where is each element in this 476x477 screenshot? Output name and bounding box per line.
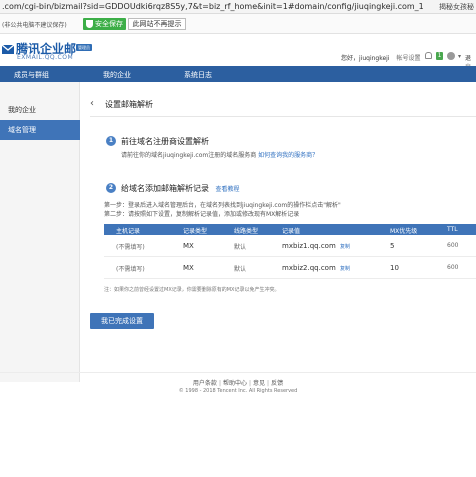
- nav-system-log[interactable]: 系统日志: [184, 70, 212, 80]
- main-content: ‹ 设置邮箱解析 1 前往域名注册商设置解析 请前往你的域名jiuqingkej…: [80, 82, 476, 382]
- column-header-host: 主机记录: [116, 228, 141, 235]
- sidebar: 我的企业 域名管理: [0, 82, 80, 382]
- main-nav: 成员与群组 我的企业 系统日志: [0, 66, 476, 82]
- footer-separator: |: [218, 380, 221, 387]
- chevron-down-icon[interactable]: ▾: [458, 53, 461, 60]
- safe-save-label: 安全保存: [95, 20, 123, 28]
- cell-ttl: 600: [447, 264, 459, 271]
- message-count-badge[interactable]: 1: [436, 52, 443, 60]
- cell-type: MX: [183, 242, 194, 250]
- step-1-title: 前往域名注册商设置解析: [121, 137, 209, 146]
- cell-line: 默认: [234, 244, 247, 251]
- step-1-description: 请前往你的域名jiuqingkeji.com注册的域名服务商 如何查询我的服务商…: [121, 150, 318, 159]
- table-row: (不需填写) MX 默认 mxbiz1.qq.com 复制 5 600: [104, 235, 476, 257]
- column-header-priority: MX优先级: [390, 228, 418, 235]
- column-header-type: 记录类型: [183, 228, 208, 235]
- url-bar-right-text: 揭秘女孩秘: [439, 3, 474, 11]
- admin-badge: 管理员: [76, 44, 92, 51]
- exmail-logo-icon: [1, 44, 15, 54]
- back-arrow-icon[interactable]: ‹: [90, 98, 94, 109]
- footer-link-help[interactable]: 帮助中心: [223, 380, 247, 387]
- column-header-line: 线路类型: [234, 228, 259, 235]
- sidebar-item-my-enterprise[interactable]: 我的企业: [0, 100, 80, 120]
- step-2-title: 给域名添加邮箱解析记录 查看教程: [121, 183, 240, 194]
- done-setup-button[interactable]: 我已完成设置: [90, 313, 154, 329]
- browser-url-bar[interactable]: .com/cgi-bin/bizmail?sid=GDDOUdki6rqz8S5…: [0, 0, 476, 14]
- step-2-number: 2: [106, 183, 116, 193]
- nav-members-groups[interactable]: 成员与群组: [14, 70, 49, 80]
- cell-ttl: 600: [447, 242, 459, 249]
- footer-separator: |: [248, 380, 252, 387]
- shield-icon: [86, 20, 93, 28]
- copy-value-link[interactable]: 复制: [340, 266, 350, 272]
- cell-value: mxbiz2.qq.com 复制: [282, 264, 350, 272]
- title-divider: [90, 116, 476, 117]
- notification-icon[interactable]: [425, 52, 432, 59]
- conflict-note: 注：如果你之前曾经设置过MX记录，你需要删除原有的MX记录以免产生冲突。: [104, 287, 280, 293]
- sidebar-item-domain-management[interactable]: 域名管理: [0, 120, 80, 140]
- cell-priority: 5: [390, 242, 395, 250]
- table-header: 主机记录 记录类型 线路类型 记录值 MX优先级 TTL: [104, 224, 476, 235]
- table-row: (不需填写) MX 默认 mxbiz2.qq.com 复制 10 600: [104, 257, 476, 279]
- step-2-line-2: 第二步：请按照如下设置，复制解析记录值，添加或修改现有MX解析记录: [104, 211, 300, 218]
- cell-type: MX: [183, 264, 194, 272]
- save-password-notice: (非公共电脑不建议保存): [2, 22, 67, 29]
- step-2-title-text: 给域名添加邮箱解析记录: [121, 184, 209, 193]
- cell-value-text: mxbiz1.qq.com: [282, 242, 336, 250]
- column-header-value: 记录值: [282, 228, 301, 235]
- user-greeting: 您好，jiuqingkeji: [341, 55, 390, 62]
- footer-link-terms[interactable]: 用户条款: [193, 380, 217, 387]
- cell-host: (不需填写): [116, 244, 145, 251]
- cell-line: 默认: [234, 266, 247, 273]
- user-info: 您好，jiuqingkeji 帐号设置: [341, 53, 420, 62]
- page-title: 设置邮箱解析: [105, 100, 153, 109]
- footer-separator: |: [267, 380, 270, 387]
- nav-my-enterprise[interactable]: 我的企业: [103, 70, 131, 80]
- step-1-number: 1: [106, 136, 116, 146]
- cell-host: (不需填写): [116, 266, 145, 273]
- footer-links: 用户条款 | 帮助中心 | 意见 | 反馈: [0, 378, 476, 387]
- no-prompt-button[interactable]: 此网站不再提示: [128, 18, 186, 30]
- column-header-ttl: TTL: [447, 226, 458, 233]
- footer-link-opinion[interactable]: 意见: [253, 380, 265, 387]
- copyright: © 1998 - 2018 Tencent Inc. All Rights Re…: [178, 388, 298, 394]
- find-provider-link[interactable]: 如何查询我的服务商？: [258, 152, 318, 159]
- copy-value-link[interactable]: 复制: [340, 244, 350, 250]
- footer-link-feedback[interactable]: 反馈: [271, 380, 283, 387]
- step-1-desc-text: 请前往你的域名jiuqingkeji.com注册的域名服务商: [121, 152, 257, 159]
- save-password-bar: (非公共电脑不建议保存) 安全保存 此网站不再提示: [0, 14, 476, 34]
- footer-divider: [0, 372, 476, 373]
- brand-subtitle: EXMAIL.QQ.COM: [17, 54, 74, 61]
- user-avatar-icon[interactable]: [447, 52, 455, 60]
- view-tutorial-link[interactable]: 查看教程: [216, 186, 240, 193]
- safe-save-button[interactable]: 安全保存: [83, 18, 126, 30]
- url-text[interactable]: .com/cgi-bin/bizmail?sid=GDDOUdki6rqz8S5…: [2, 2, 424, 11]
- cell-value: mxbiz1.qq.com 复制: [282, 242, 350, 250]
- step-2-line-1: 第一步：登录后进入域名管理后台，在域名列表找到jiuqingkeji.com的操…: [104, 202, 341, 209]
- cell-value-text: mxbiz2.qq.com: [282, 264, 336, 272]
- account-settings-link[interactable]: 帐号设置: [396, 55, 420, 62]
- cell-priority: 10: [390, 264, 399, 272]
